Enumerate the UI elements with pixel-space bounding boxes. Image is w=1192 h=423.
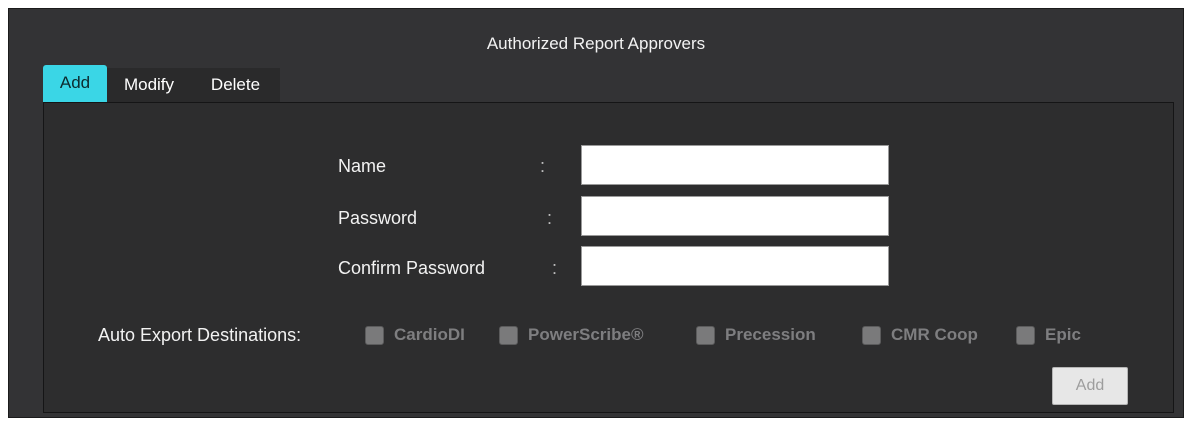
powerscribe-label: PowerScribe®	[528, 325, 644, 344]
confirm-password-separator: :	[552, 258, 558, 278]
cmr-coop-checkbox[interactable]	[862, 325, 881, 345]
password-label: Password	[338, 208, 418, 228]
destination-cmr-coop[interactable]: CMR Coop	[862, 322, 978, 348]
cmr-coop-label: CMR Coop	[891, 325, 978, 344]
powerscribe-checkbox[interactable]	[499, 325, 518, 345]
authorized-report-approvers-panel: Authorized Report Approvers Add Modify D…	[8, 8, 1184, 418]
destination-powerscribe[interactable]: PowerScribe®	[499, 322, 644, 348]
add-button[interactable]: Add	[1052, 367, 1128, 405]
cardiodi-checkbox[interactable]	[365, 325, 384, 345]
auto-export-destinations-label: Auto Export Destinations:	[98, 325, 302, 345]
precession-checkbox[interactable]	[696, 325, 715, 345]
panel-title: Authorized Report Approvers	[486, 34, 706, 53]
confirm-password-field[interactable]	[581, 246, 889, 286]
confirm-password-label: Confirm Password	[338, 258, 486, 278]
tab-add[interactable]: Add	[43, 65, 107, 103]
password-field[interactable]	[581, 196, 889, 236]
add-tab-content: Name : Password : Confirm Password : Aut…	[43, 102, 1174, 413]
precession-label: Precession	[725, 325, 816, 344]
name-field[interactable]	[581, 145, 889, 185]
destination-precession[interactable]: Precession	[696, 322, 816, 348]
name-separator: :	[540, 156, 546, 176]
epic-checkbox[interactable]	[1016, 325, 1035, 345]
name-label: Name	[338, 156, 387, 176]
epic-label: Epic	[1045, 325, 1081, 344]
tab-modify[interactable]: Modify	[107, 68, 191, 102]
cardiodi-label: CardioDI	[394, 325, 465, 344]
destination-cardiodi[interactable]: CardioDI	[365, 322, 465, 348]
destination-epic[interactable]: Epic	[1016, 322, 1081, 348]
password-separator: :	[547, 208, 553, 228]
window: Authorized Report Approvers Add Modify D…	[0, 0, 1192, 423]
tab-delete[interactable]: Delete	[191, 68, 280, 102]
